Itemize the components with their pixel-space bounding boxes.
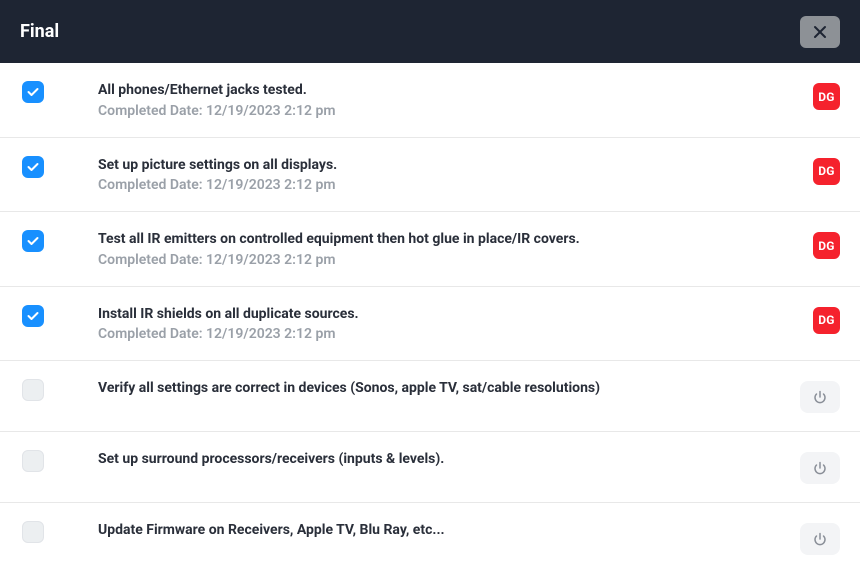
task-row: Install IR shields on all duplicate sour… [0,287,860,362]
task-checkbox[interactable] [22,305,44,327]
task-title: All phones/Ethernet jacks tested. [98,81,813,101]
task-checkbox[interactable] [22,81,44,103]
page-title: Final [20,21,59,42]
close-icon [813,25,827,39]
check-icon [27,311,39,321]
assignee-badge[interactable]: DG [813,158,840,185]
task-completed-date: Completed Date: 12/19/2023 2:12 pm [98,252,813,268]
task-row: Set up picture settings on all displays.… [0,138,860,213]
task-title: Update Firmware on Receivers, Apple TV, … [98,521,800,541]
task-title: Set up surround processors/receivers (in… [98,450,800,470]
check-icon [27,162,39,172]
task-completed-date: Completed Date: 12/19/2023 2:12 pm [98,326,813,342]
task-title: Install IR shields on all duplicate sour… [98,305,813,325]
task-checkbox[interactable] [22,230,44,252]
task-content: Update Firmware on Receivers, Apple TV, … [98,521,800,541]
task-checkbox[interactable] [22,521,44,543]
power-button[interactable] [800,523,840,555]
task-row: Verify all settings are correct in devic… [0,361,860,432]
power-icon [813,532,827,546]
task-checkbox[interactable] [22,450,44,472]
task-content: Install IR shields on all duplicate sour… [98,305,813,343]
task-checkbox[interactable] [22,156,44,178]
task-checkbox[interactable] [22,379,44,401]
task-row: Set up surround processors/receivers (in… [0,432,860,503]
power-button[interactable] [800,452,840,484]
task-content: All phones/Ethernet jacks tested. Complet… [98,81,813,119]
task-content: Set up picture settings on all displays.… [98,156,813,194]
header: Final [0,0,860,63]
power-button[interactable] [800,381,840,413]
power-icon [813,461,827,475]
assignee-badge[interactable]: DG [813,307,840,334]
task-content: Set up surround processors/receivers (in… [98,450,800,470]
close-button[interactable] [800,16,840,48]
task-completed-date: Completed Date: 12/19/2023 2:12 pm [98,103,813,119]
assignee-badge[interactable]: DG [813,232,840,259]
task-completed-date: Completed Date: 12/19/2023 2:12 pm [98,177,813,193]
task-row: Test all IR emitters on controlled equip… [0,212,860,287]
task-title: Test all IR emitters on controlled equip… [98,230,813,250]
task-content: Test all IR emitters on controlled equip… [98,230,813,268]
power-icon [813,390,827,404]
task-title: Set up picture settings on all displays. [98,156,813,176]
check-icon [27,87,39,97]
check-icon [27,236,39,246]
task-list: All phones/Ethernet jacks tested. Complet… [0,63,860,573]
assignee-badge[interactable]: DG [813,83,840,110]
task-content: Verify all settings are correct in devic… [98,379,800,399]
task-title: Verify all settings are correct in devic… [98,379,800,399]
task-row: All phones/Ethernet jacks tested. Complet… [0,63,860,138]
